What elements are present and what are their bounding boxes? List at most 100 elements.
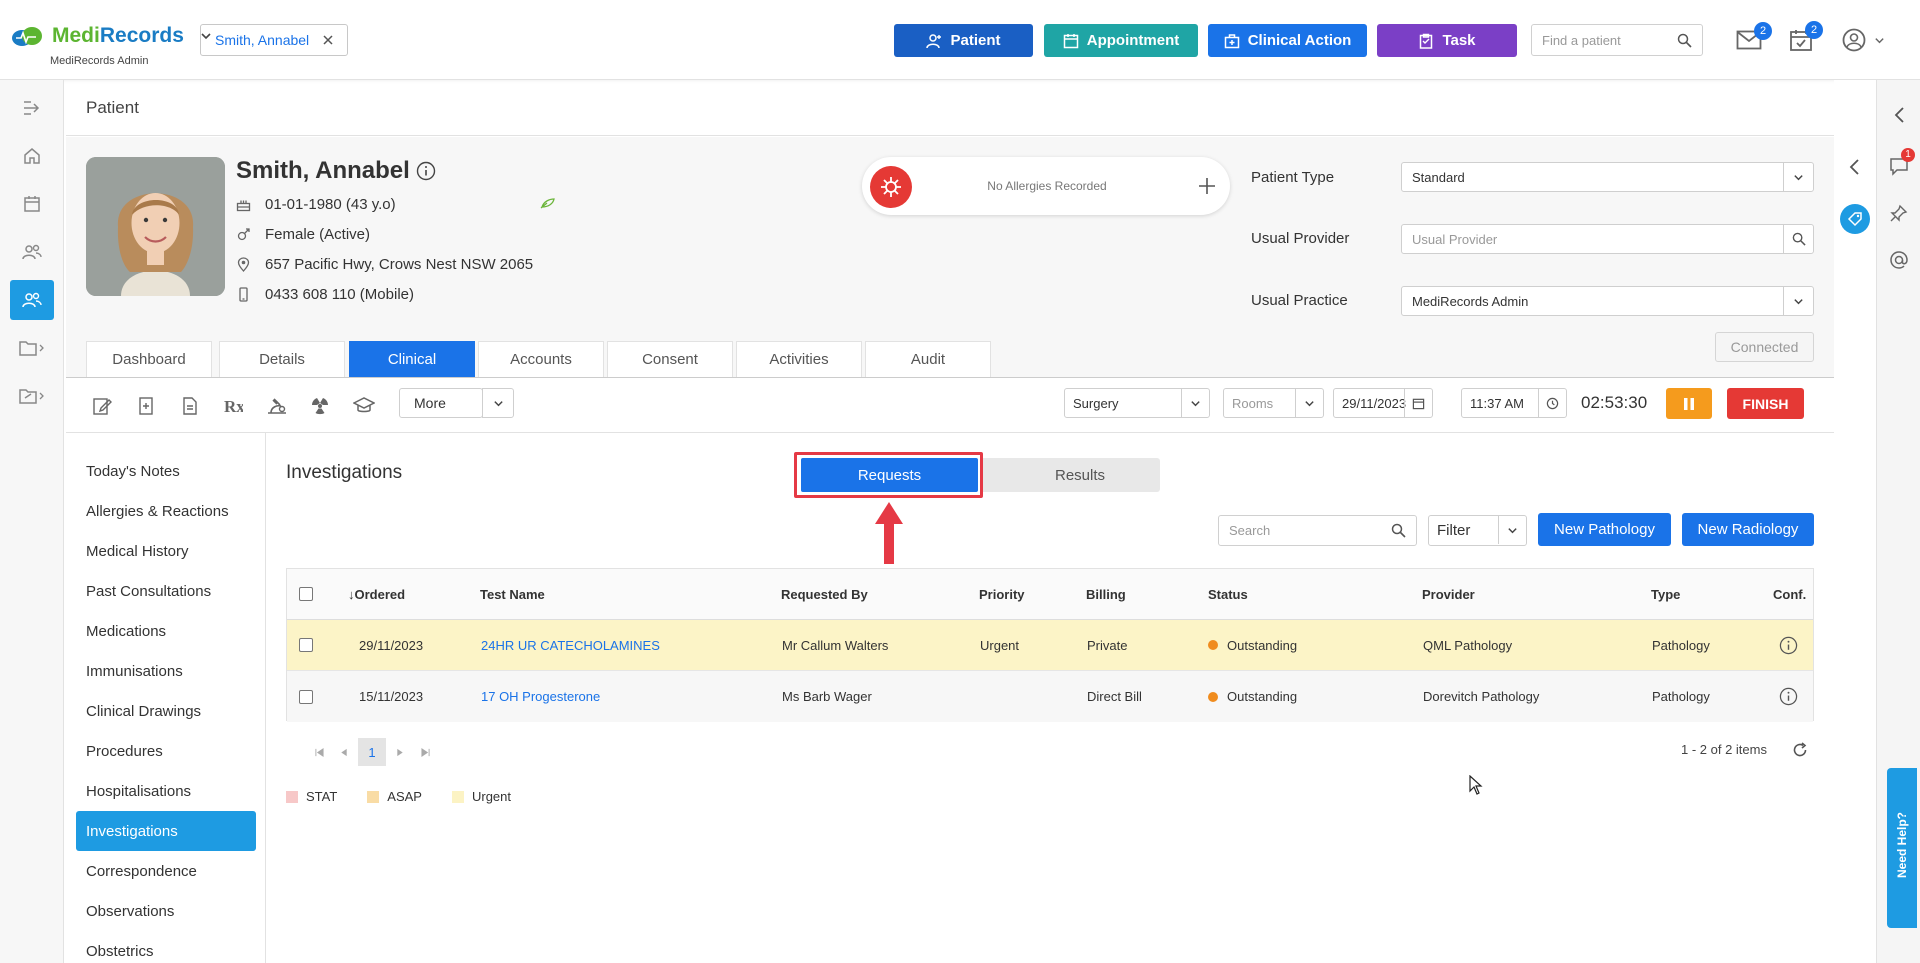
medical-certificate-button[interactable] (136, 396, 156, 416)
info-icon[interactable] (1779, 671, 1798, 722)
close-icon[interactable] (323, 35, 333, 45)
mail-button[interactable]: 2 (1736, 22, 1772, 51)
new-clinical-action-button[interactable]: Clinical Action (1208, 24, 1367, 57)
usual-provider-input[interactable]: Usual Provider (1401, 224, 1814, 254)
prev-page-button[interactable] (330, 739, 358, 765)
col-requested-by[interactable]: Requested By (781, 569, 868, 619)
new-appointment-button[interactable]: Appointment (1044, 24, 1198, 57)
education-button[interactable] (353, 396, 375, 416)
user-menu[interactable] (1842, 28, 1885, 52)
last-page-button[interactable] (414, 739, 436, 765)
connected-button[interactable]: Connected (1715, 332, 1814, 362)
nav-medications[interactable]: Medications (76, 611, 256, 651)
prescription-button[interactable]: Rx (223, 396, 243, 416)
col-provider[interactable]: Provider (1422, 569, 1475, 619)
tab-audit[interactable]: Audit (865, 341, 991, 377)
next-page-button[interactable] (386, 739, 414, 765)
home-nav[interactable] (10, 136, 54, 176)
nav-immunisations[interactable]: Immunisations (76, 651, 256, 691)
expand-menu-button[interactable] (10, 88, 54, 128)
date-picker[interactable]: 29/11/2023 (1333, 388, 1433, 418)
info-icon[interactable] (1779, 620, 1798, 670)
nav-observations[interactable]: Observations (76, 891, 256, 931)
finish-button[interactable]: FINISH (1727, 388, 1804, 419)
row-checkbox[interactable] (299, 671, 313, 722)
location-select[interactable]: Surgery (1064, 388, 1210, 418)
search-icon[interactable] (1677, 33, 1692, 48)
nav-todays-notes[interactable]: Today's Notes (76, 451, 256, 491)
filter-select[interactable]: Filter (1428, 515, 1527, 546)
edit-note-button[interactable] (92, 396, 112, 416)
new-pathology-button[interactable]: New Pathology (1538, 513, 1671, 546)
col-status[interactable]: Status (1208, 569, 1248, 619)
nav-past-consultations[interactable]: Past Consultations (76, 571, 256, 611)
tag-button[interactable] (1840, 204, 1870, 234)
patient-type-select[interactable]: Standard (1401, 162, 1814, 192)
collapse-sidebar-button[interactable] (1893, 106, 1905, 124)
reports-nav[interactable] (10, 376, 54, 416)
calendar-icon[interactable] (1404, 389, 1432, 417)
calendar-nav[interactable] (10, 184, 54, 224)
current-page[interactable]: 1 (358, 738, 386, 766)
search-icon[interactable] (1783, 225, 1813, 253)
tab-dashboard[interactable]: Dashboard (86, 341, 212, 377)
tab-accounts[interactable]: Accounts (478, 341, 604, 377)
select-all-checkbox[interactable] (299, 569, 313, 619)
usual-practice-select[interactable]: MediRecords Admin (1401, 286, 1814, 316)
need-help-tab[interactable]: Need Help? (1887, 768, 1917, 928)
first-page-button[interactable] (308, 739, 330, 765)
cell-test-name-link[interactable]: 17 OH Progesterone (481, 671, 600, 722)
pathology-button[interactable] (266, 396, 288, 416)
tab-clinical[interactable]: Clinical (349, 341, 475, 377)
messages-button[interactable]: 1 (1889, 148, 1915, 176)
tab-consent[interactable]: Consent (607, 341, 733, 377)
table-row[interactable]: 29/11/2023 24HR UR CATECHOLAMINES Mr Cal… (287, 620, 1813, 671)
pause-button[interactable] (1666, 388, 1712, 419)
nav-allergies-reactions[interactable]: Allergies & Reactions (76, 491, 256, 531)
search-icon[interactable] (1391, 523, 1406, 538)
row-checkbox[interactable] (299, 620, 313, 670)
contacts-nav[interactable] (10, 232, 54, 272)
col-priority[interactable]: Priority (979, 569, 1025, 619)
results-segment[interactable]: Results (980, 458, 1160, 492)
refresh-button[interactable] (1792, 742, 1808, 758)
rooms-select[interactable]: Rooms (1223, 388, 1324, 418)
nav-hospitalisations[interactable]: Hospitalisations (76, 771, 256, 811)
col-type[interactable]: Type (1651, 569, 1680, 619)
time-picker[interactable]: 11:37 AM (1461, 388, 1567, 418)
folder-nav[interactable] (10, 328, 54, 368)
col-conf[interactable]: Conf. (1773, 569, 1806, 619)
patients-nav[interactable] (10, 280, 54, 320)
col-ordered[interactable]: ↓Ordered (348, 569, 405, 619)
nav-medical-history[interactable]: Medical History (76, 531, 256, 571)
nav-correspondence[interactable]: Correspondence (76, 851, 256, 891)
radiology-button[interactable] (310, 396, 330, 416)
mentions-button[interactable] (1889, 250, 1909, 270)
nav-obstetrics[interactable]: Obstetrics (76, 931, 256, 963)
allergies-pill[interactable]: No Allergies Recorded (862, 157, 1230, 215)
nav-procedures[interactable]: Procedures (76, 731, 256, 771)
new-task-button[interactable]: Task (1377, 24, 1517, 57)
cell-test-name-link[interactable]: 24HR UR CATECHOLAMINES (481, 620, 660, 670)
referral-button[interactable] (180, 396, 200, 416)
app-logo[interactable]: MediRecords (10, 24, 212, 48)
new-radiology-button[interactable]: New Radiology (1682, 513, 1814, 546)
col-test-name[interactable]: Test Name (480, 569, 545, 619)
tasks-button[interactable]: 2 (1789, 21, 1823, 52)
more-menu-button[interactable]: More (399, 388, 514, 418)
col-billing[interactable]: Billing (1086, 569, 1126, 619)
nav-clinical-drawings[interactable]: Clinical Drawings (76, 691, 256, 731)
tab-details[interactable]: Details (219, 341, 345, 377)
table-row[interactable]: 15/11/2023 17 OH Progesterone Ms Barb Wa… (287, 671, 1813, 722)
clock-icon[interactable] (1538, 389, 1566, 417)
pin-button[interactable] (1890, 204, 1908, 222)
requests-segment[interactable]: Requests (801, 458, 978, 492)
tab-activities[interactable]: Activities (736, 341, 862, 377)
collapse-panel-button[interactable] (1848, 158, 1860, 176)
investigations-search-input[interactable]: Search (1218, 515, 1417, 546)
add-allergy-button[interactable] (1198, 177, 1216, 195)
find-patient-input[interactable]: Find a patient (1531, 24, 1703, 56)
new-patient-button[interactable]: Patient (894, 24, 1033, 57)
info-icon[interactable] (416, 161, 436, 181)
patient-chip[interactable]: Smith, Annabel (200, 24, 349, 56)
